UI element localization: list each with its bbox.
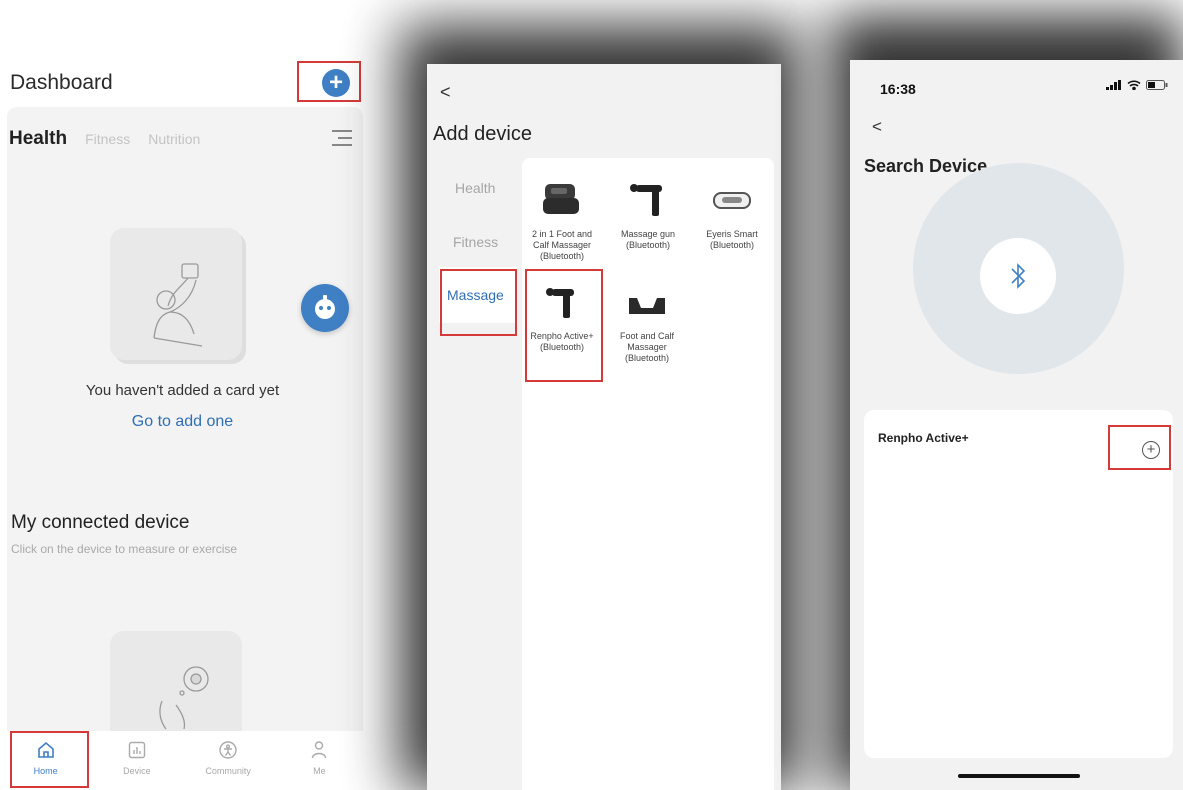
nav-community[interactable]: Community bbox=[183, 731, 274, 790]
tab-nutrition[interactable]: Nutrition bbox=[148, 131, 200, 147]
highlight-add-found-device bbox=[1108, 425, 1171, 470]
device-name: Foot and Calf Massager bbox=[619, 331, 675, 352]
nav-me[interactable]: Me bbox=[274, 731, 365, 790]
wifi-icon bbox=[1127, 80, 1141, 90]
foot-massager-icon bbox=[629, 298, 665, 314]
tab-fitness[interactable]: Fitness bbox=[85, 131, 130, 147]
device-connection: (Bluetooth) bbox=[709, 240, 755, 250]
category-fitness[interactable]: Fitness bbox=[453, 234, 498, 250]
device-eyeris-smart[interactable]: Eyeris Smart (Bluetooth) bbox=[696, 180, 768, 251]
stage: Dashboard + Health Fitness Nutrition You… bbox=[0, 0, 1183, 790]
eye-massager-icon bbox=[713, 192, 751, 209]
bluetooth-icon bbox=[980, 238, 1056, 314]
highlight-home-tab bbox=[10, 731, 89, 788]
dashboard-screen: Dashboard + Health Fitness Nutrition You… bbox=[0, 55, 365, 790]
back-button[interactable]: < bbox=[440, 82, 451, 103]
status-time: 16:38 bbox=[880, 81, 916, 97]
page-title: Dashboard bbox=[10, 71, 113, 94]
device-foot-calf[interactable]: Foot and Calf Massager (Bluetooth) bbox=[611, 284, 683, 364]
back-button[interactable]: < bbox=[872, 117, 882, 137]
nav-me-label: Me bbox=[313, 766, 326, 776]
page-title: Search Device bbox=[864, 156, 988, 176]
empty-card-illustration bbox=[110, 228, 242, 360]
tab-health[interactable]: Health bbox=[9, 128, 67, 150]
status-icons bbox=[1106, 80, 1168, 90]
device-connection: (Bluetooth) bbox=[624, 353, 670, 363]
massage-gun-icon bbox=[630, 184, 662, 216]
connected-device-title: My connected device bbox=[11, 512, 190, 533]
device-name: Eyeris Smart bbox=[706, 229, 758, 239]
person-icon bbox=[219, 741, 237, 759]
nav-device-label: Device bbox=[123, 766, 151, 776]
menu-icon[interactable] bbox=[332, 130, 352, 151]
device-connection: (Bluetooth) bbox=[625, 240, 671, 250]
found-device-name: Renpho Active+ bbox=[878, 431, 969, 445]
device-illustration bbox=[110, 631, 242, 731]
device-foot-calf-2in1[interactable]: 2 in 1 Foot and Calf Massager (Bluetooth… bbox=[526, 180, 598, 262]
home-indicator bbox=[958, 774, 1080, 778]
assistant-bot-button[interactable] bbox=[301, 284, 349, 332]
add-device-screen: < Add device Health Fitness Massage 2 in… bbox=[427, 64, 781, 790]
category-health[interactable]: Health bbox=[455, 180, 495, 196]
device-connection: (Bluetooth) bbox=[539, 251, 585, 261]
battery-icon bbox=[1146, 80, 1168, 90]
device-name: Massage gun bbox=[620, 229, 676, 239]
empty-card-message: You haven't added a card yet bbox=[85, 382, 280, 399]
page-title: Add device bbox=[433, 123, 532, 145]
nav-community-label: Community bbox=[205, 766, 251, 776]
connected-device-subtitle: Click on the device to measure or exerci… bbox=[11, 542, 238, 556]
bar-chart-icon bbox=[128, 741, 146, 759]
go-to-add-link[interactable]: Go to add one bbox=[0, 413, 365, 431]
nav-device[interactable]: Device bbox=[91, 731, 182, 790]
category-tabs: Health Fitness Nutrition bbox=[9, 128, 200, 150]
foot-massager-icon bbox=[543, 184, 579, 214]
device-name: 2 in 1 Foot and Calf Massager bbox=[531, 229, 593, 250]
highlight-massage-category bbox=[440, 269, 517, 336]
signal-icon bbox=[1106, 80, 1121, 90]
highlight-renpho-device bbox=[525, 269, 603, 382]
device-massage-gun[interactable]: Massage gun (Bluetooth) bbox=[612, 180, 684, 251]
user-icon bbox=[312, 741, 327, 759]
highlight-add-button bbox=[297, 61, 361, 102]
